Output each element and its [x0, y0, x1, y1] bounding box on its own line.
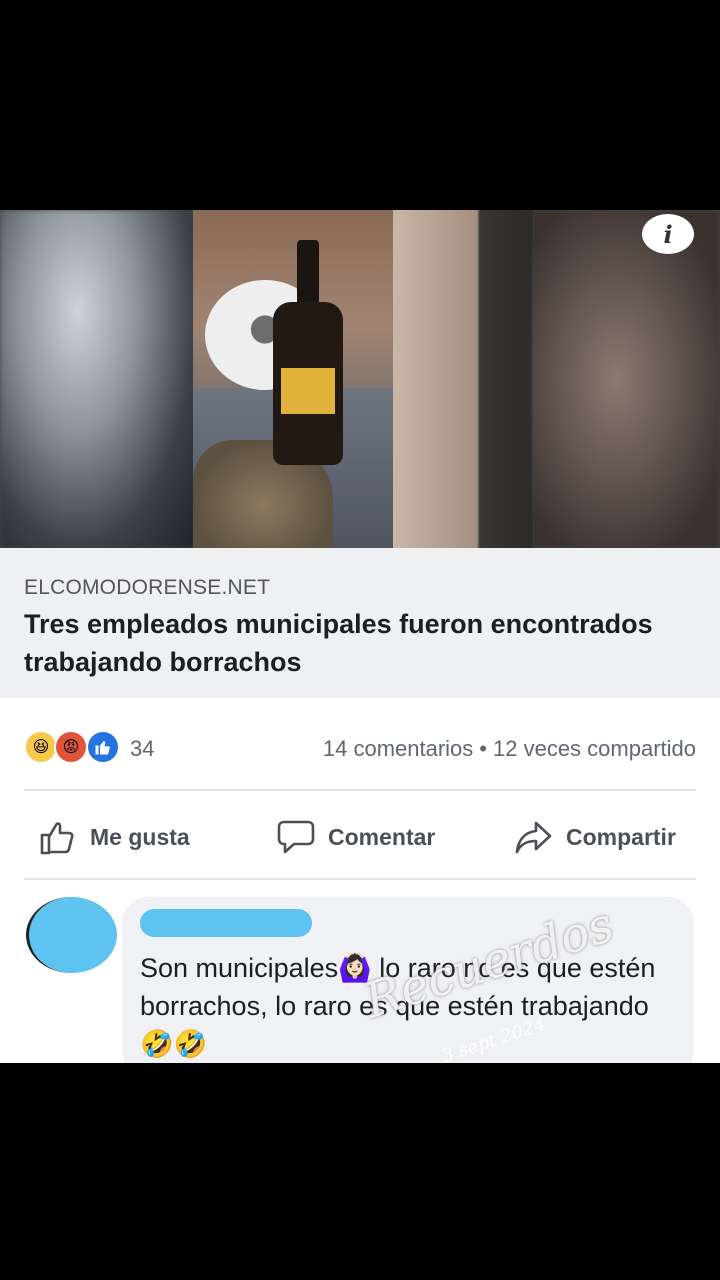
link-preview-image[interactable]: i	[0, 210, 720, 548]
divider	[24, 878, 696, 880]
like-label: Me gusta	[90, 823, 190, 850]
comment-button[interactable]: Comentar	[276, 817, 435, 857]
share-button[interactable]: Compartir	[514, 817, 676, 857]
angry-icon: 😡	[54, 730, 88, 764]
haha-icon: 😆	[24, 730, 58, 764]
speech-bubble-icon	[277, 820, 315, 854]
bottle-scene	[193, 210, 533, 548]
post-actions: Me gusta Comentar Compartir	[0, 803, 720, 871]
like-button[interactable]: Me gusta	[38, 817, 190, 857]
like-icon	[86, 730, 120, 764]
reaction-count[interactable]: 34	[130, 736, 154, 762]
info-icon[interactable]: i	[642, 214, 694, 254]
post-stats: 😆 😡 34 14 comentarios • 12 veces compartid…	[0, 720, 720, 770]
thumbs-up-icon	[40, 822, 74, 855]
link-title: Tres empleados municipales fueron encont…	[24, 609, 653, 677]
blurred-face-right	[532, 210, 720, 548]
blurred-face-left	[0, 210, 195, 548]
shares-count[interactable]: 12 veces compartido	[493, 736, 696, 761]
comment-label: Comentar	[328, 823, 436, 850]
share-label: Compartir	[566, 823, 676, 850]
comments-count[interactable]: 14 comentarios	[323, 736, 473, 761]
wine-bottle	[273, 240, 343, 465]
link-domain: ELCOMODORENSE.NET	[24, 576, 271, 599]
divider	[24, 789, 696, 791]
commenter-name-redacted[interactable]	[140, 909, 312, 937]
avatar[interactable]	[26, 897, 117, 973]
comment-share-counts: 14 comentarios • 12 veces compartido	[323, 736, 696, 762]
separator: •	[479, 736, 487, 761]
share-arrow-icon	[515, 821, 552, 854]
link-preview[interactable]: ELCOMODORENSE.NET Tres empleados municip…	[0, 548, 720, 698]
